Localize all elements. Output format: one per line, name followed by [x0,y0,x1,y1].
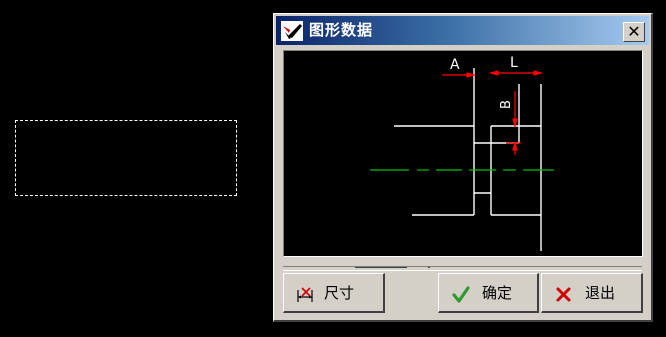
app-logo-icon [281,21,303,41]
exit-button[interactable]: 退出 [541,273,643,313]
dim-a-arrow [466,72,477,78]
dim-label-l: L [510,55,518,71]
checkmark-icon [452,286,470,303]
close-icon: ✕ [627,22,641,41]
dimension-icon [297,287,313,302]
close-button[interactable]: ✕ [623,22,645,42]
dim-l-arrow-left [488,70,499,76]
cross-icon [556,287,571,302]
drawing-svg: A L B [370,55,554,251]
cad-selection-rectangle [15,120,237,196]
exit-button-label: 退出 [585,284,616,302]
drawing-preview: A L B [283,50,643,257]
size-button-label: 尺寸 [324,284,355,302]
ok-button-label: 确定 [482,284,513,302]
dim-label-b: B [499,100,514,109]
dim-l-arrow-right [533,70,544,76]
dim-label-a: A [450,57,460,73]
dialog-title: 图形数据 [309,21,374,39]
dim-b2-arrow [512,140,518,151]
dim-b-arrow-top [512,118,518,129]
graphic-data-dialog: 图形数据 ✕ A L B 尺寸 确定 退出 [273,13,653,322]
separator [283,266,642,271]
ok-button[interactable]: 确定 [438,273,539,313]
size-button[interactable]: 尺寸 [283,273,385,313]
title-bar[interactable]: 图形数据 ✕ [276,16,649,45]
